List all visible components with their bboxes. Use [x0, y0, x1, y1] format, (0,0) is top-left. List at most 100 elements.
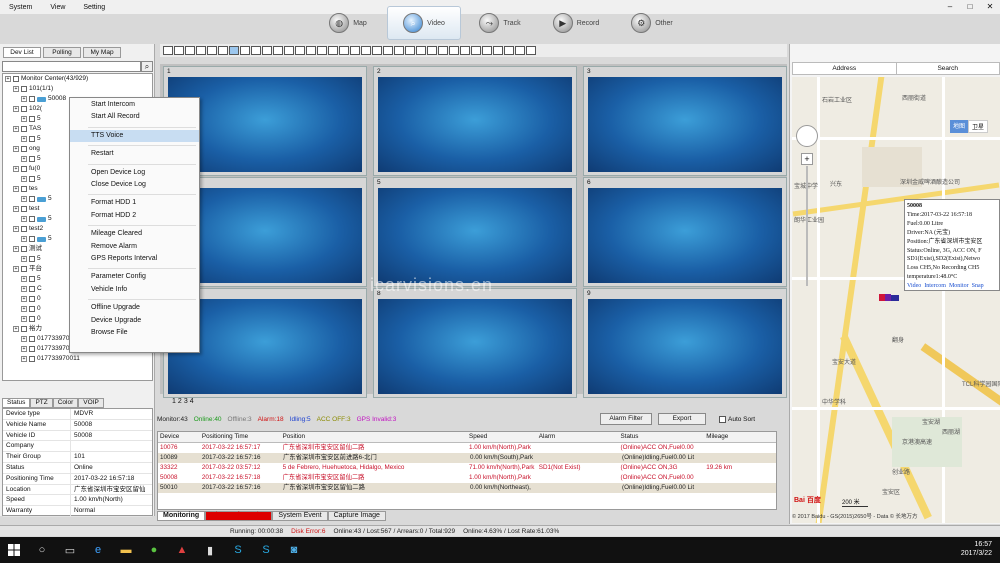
video-screen[interactable]: [378, 188, 572, 283]
tab-my-map[interactable]: My Map: [83, 47, 121, 58]
tab-address[interactable]: Address: [793, 63, 896, 74]
tree-expand-toggle[interactable]: +: [21, 346, 27, 352]
toolbar-button-icon[interactable]: [185, 46, 195, 55]
toolbar-button-icon[interactable]: [361, 46, 371, 55]
tree-node[interactable]: + Monitor Center(43/929): [3, 74, 152, 84]
video-screen[interactable]: [378, 299, 572, 394]
tree-checkbox[interactable]: [29, 316, 35, 322]
menu-item[interactable]: Parameter Config: [70, 271, 199, 283]
tree-checkbox[interactable]: [21, 86, 27, 92]
tree-checkbox[interactable]: [29, 136, 35, 142]
toolbar-button-icon[interactable]: [515, 46, 525, 55]
toolbar-button-icon[interactable]: [372, 46, 382, 55]
toolbar-button-icon[interactable]: [196, 46, 206, 55]
table-row[interactable]: 10089 2017-03-22 16:57:16 广东省深圳市宝安区前进路6-北门…: [158, 453, 776, 463]
auto-sort-toggle[interactable]: Auto Sort: [719, 413, 755, 425]
bottom-tab[interactable]: Capture Image: [327, 511, 386, 521]
column-header[interactable]: Position: [281, 432, 467, 442]
tree-expand-toggle[interactable]: +: [21, 156, 27, 162]
windows-start-icon[interactable]: [3, 539, 25, 561]
tree-expand-toggle[interactable]: +: [21, 176, 27, 182]
column-header[interactable]: Speed: [467, 432, 537, 442]
tree-checkbox[interactable]: [29, 276, 35, 282]
tree-expand-toggle[interactable]: +: [13, 166, 19, 172]
menu-system[interactable]: System: [0, 4, 41, 11]
toolbar-button-icon[interactable]: [383, 46, 393, 55]
popup-link[interactable]: Snap: [972, 283, 984, 289]
table-row[interactable]: 10076 2017-03-22 16:57:17 广东省深圳市宝安区留仙二路 1.0…: [158, 443, 776, 453]
menu-item[interactable]: Restart: [70, 148, 199, 160]
toolbar-button-icon[interactable]: [273, 46, 283, 55]
toolbar-button-icon[interactable]: [229, 46, 239, 55]
table-row[interactable]: 50008 2017-03-22 16:57:18 广东省深圳市宝安区留仙二路 1.0…: [158, 473, 776, 483]
bottom-tab[interactable]: Alarm Information: [205, 511, 273, 521]
tree-expand-toggle[interactable]: +: [21, 296, 27, 302]
export-button[interactable]: Export: [658, 413, 706, 425]
tree-checkbox[interactable]: [29, 176, 35, 182]
tree-expand-toggle[interactable]: +: [13, 226, 19, 232]
tree-node[interactable]: +017733970011: [3, 354, 152, 364]
tree-expand-toggle[interactable]: +: [21, 356, 27, 362]
column-header[interactable]: Device: [158, 432, 200, 442]
video-page-tab[interactable]: 3: [184, 398, 188, 405]
menu-item[interactable]: Start All Record: [70, 111, 199, 123]
video-channel-cell[interactable]: 5: [373, 177, 577, 287]
tab-color[interactable]: Color: [52, 398, 79, 408]
vehicle-marker-icon[interactable]: [879, 292, 899, 302]
menu-item[interactable]: TTS Voice: [70, 129, 199, 142]
tree-checkbox[interactable]: [29, 306, 35, 312]
zoom-slider[interactable]: [806, 166, 808, 286]
tree-expand-toggle[interactable]: +: [21, 316, 27, 322]
tree-expand-toggle[interactable]: +: [21, 336, 27, 342]
tree-checkbox[interactable]: [29, 236, 35, 242]
maximize-button[interactable]: □: [960, 0, 980, 14]
menu-setting[interactable]: Setting: [74, 4, 114, 11]
tree-expand-toggle[interactable]: +: [21, 116, 27, 122]
tree-checkbox[interactable]: [29, 216, 35, 222]
skype-second-icon[interactable]: S: [255, 539, 277, 561]
video-screen[interactable]: [378, 77, 572, 172]
toolbar-button-icon[interactable]: [526, 46, 536, 55]
close-button[interactable]: ✕: [980, 0, 1000, 14]
menu-item[interactable]: Start Intercom: [70, 99, 199, 111]
video-page-tab[interactable]: 2: [178, 398, 182, 405]
auto-sort-checkbox[interactable]: [719, 415, 726, 423]
tree-checkbox[interactable]: [29, 116, 35, 122]
tab-map[interactable]: ◍ Map: [311, 6, 385, 40]
tree-expand-toggle[interactable]: +: [13, 246, 19, 252]
tree-checkbox[interactable]: [21, 106, 27, 112]
column-header[interactable]: Mileage: [704, 432, 776, 442]
toolbar-button-icon[interactable]: [471, 46, 481, 55]
tree-expand-toggle[interactable]: +: [21, 286, 27, 292]
toolbar-button-icon[interactable]: [295, 46, 305, 55]
tree-expand-toggle[interactable]: +: [21, 306, 27, 312]
tree-checkbox[interactable]: [29, 336, 35, 342]
video-channel-cell[interactable]: 3: [583, 66, 787, 176]
tree-expand-toggle[interactable]: +: [21, 236, 27, 242]
app-red-icon[interactable]: ▲: [171, 539, 193, 561]
tree-checkbox[interactable]: [21, 166, 27, 172]
tree-expand-toggle[interactable]: +: [21, 276, 27, 282]
wechat-icon[interactable]: ●: [143, 539, 165, 561]
toolbar-button-icon[interactable]: [240, 46, 250, 55]
video-screen[interactable]: [588, 77, 782, 172]
tree-expand-toggle[interactable]: +: [5, 76, 11, 82]
tree-checkbox[interactable]: [21, 246, 27, 252]
tree-checkbox[interactable]: [13, 76, 19, 82]
toolbar-button-icon[interactable]: [350, 46, 360, 55]
toolbar-button-icon[interactable]: [218, 46, 228, 55]
tree-expand-toggle[interactable]: +: [13, 106, 19, 112]
toolbar-button-icon[interactable]: [504, 46, 514, 55]
tree-checkbox[interactable]: [29, 96, 35, 102]
table-row[interactable]: 33322 2017-03-22 03:57:12 5 de Febrero, Hu…: [158, 463, 776, 473]
popup-link[interactable]: Intercom: [924, 283, 946, 289]
tree-expand-toggle[interactable]: +: [21, 196, 27, 202]
bottom-tab[interactable]: System Event: [272, 511, 328, 521]
popup-link[interactable]: Monitor: [949, 283, 969, 289]
tree-checkbox[interactable]: [21, 126, 27, 132]
edge-browser-icon[interactable]: e: [87, 539, 109, 561]
video-screen[interactable]: [588, 299, 782, 394]
tree-checkbox[interactable]: [29, 346, 35, 352]
tree-checkbox[interactable]: [29, 156, 35, 162]
cmd-icon[interactable]: ▮: [199, 539, 221, 561]
